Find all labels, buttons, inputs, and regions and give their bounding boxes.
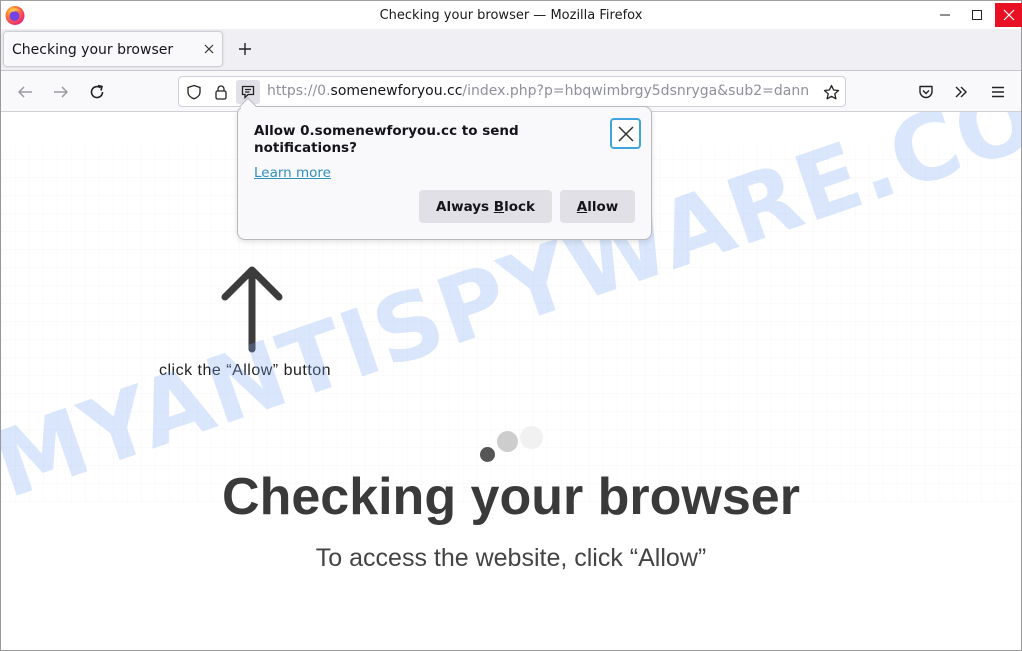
overflow-menu-button[interactable] [948,79,974,105]
close-icon [617,125,634,142]
block-label-suffix: lock [504,198,535,215]
minimize-icon [940,14,950,16]
allow-label-accel: A [576,198,588,215]
bookmark-button[interactable] [819,80,843,104]
url-text[interactable]: https://0.somenewforyou.cc/index.php?p=h… [267,83,815,99]
address-bar[interactable]: https://0.somenewforyou.cc/index.php?p=h… [178,76,846,107]
allow-label-suffix: llow [587,198,619,215]
window-title: Checking your browser — Mozilla Firefox [379,8,643,23]
minimize-button[interactable] [931,3,959,27]
forward-icon [54,86,69,98]
page-subline: To access the website, click “Allow” [315,544,707,572]
allow-button[interactable]: Allow [560,190,635,223]
lock-icon [215,85,227,100]
site-info-button[interactable] [209,80,233,104]
block-label-accel: B [493,198,505,215]
url-host: somenewforyou.cc [330,83,463,99]
title-bar: Checking your browser — Mozilla Firefox [1,0,1022,29]
loading-dot [497,431,518,452]
maximize-icon [972,10,982,20]
back-button[interactable] [12,79,38,105]
overflow-chevrons-icon [955,86,967,98]
url-scheme: https://0. [267,83,331,99]
app-menu-button[interactable] [985,79,1011,105]
plus-icon [239,43,251,55]
reload-icon [90,84,104,99]
close-icon [204,44,214,54]
bookmark-star-icon [823,84,839,99]
tab-close-button[interactable] [200,40,218,58]
popup-close-button[interactable] [610,118,641,149]
tab-label: Checking your browser [12,42,174,58]
close-icon [1003,9,1015,21]
forward-button[interactable] [48,79,74,105]
new-tab-button[interactable] [233,37,257,61]
notification-permission-popup: Allow 0.somenewforyou.cc to send notific… [237,97,652,240]
up-arrow-icon [221,266,283,353]
allow-hint-text: click the “Allow” button [159,362,332,379]
pocket-icon [919,85,933,99]
loading-dot [520,426,543,449]
loading-dot [480,447,495,462]
close-window-button[interactable] [995,3,1022,27]
tracking-protection-button[interactable] [182,80,206,104]
block-label-prefix: Always [436,198,494,215]
tab-strip: Checking your browser [1,29,1021,70]
hamburger-menu-icon [992,86,1004,98]
popup-message: Allow 0.somenewforyou.cc to send notific… [254,123,519,156]
always-block-button[interactable]: Always Block [419,190,552,223]
learn-more-link[interactable]: Learn more [254,165,331,181]
tab-checking-your-browser[interactable]: Checking your browser [3,31,223,67]
page-headline: Checking your browser [222,468,800,526]
pocket-button[interactable] [913,79,939,105]
browser-window: Checking your browser — Mozilla Firefox … [0,0,1022,651]
shield-icon [187,84,201,100]
url-path: /index.php?p=hbqwimbrgy5dsnryga&sub2=dan… [462,83,810,99]
back-icon [17,86,32,98]
maximize-button[interactable] [963,3,991,27]
reload-button[interactable] [84,79,110,105]
